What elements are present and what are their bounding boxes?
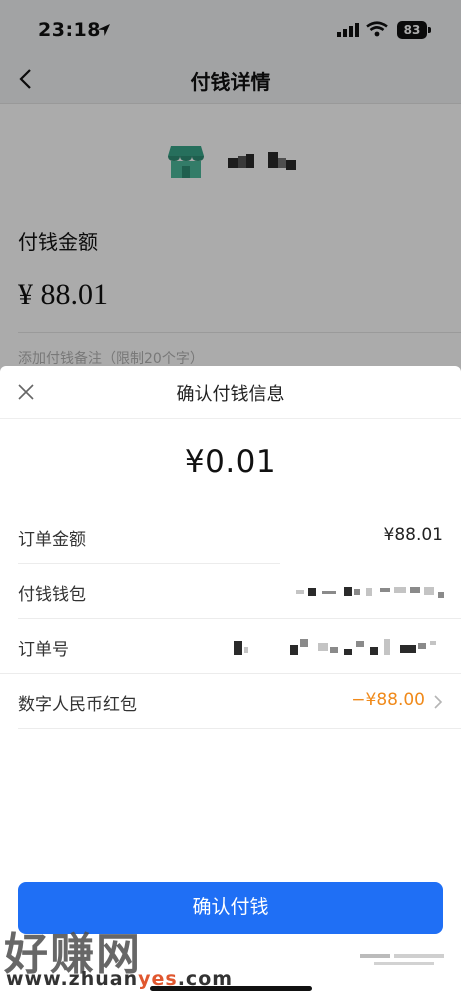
order-number-value-redacted [234, 637, 446, 657]
order-number-row: 订单号 [0, 619, 461, 674]
order-amount-row: 订单金额 ¥88.01 [0, 509, 461, 564]
order-amount-value: ¥88.01 [383, 525, 443, 545]
order-amount-label: 订单金额 [18, 530, 86, 550]
home-indicator [150, 986, 312, 991]
red-packet-value: −¥88.00 [351, 690, 425, 710]
wallet-value-redacted [296, 586, 446, 600]
sheet-title: 确认付钱信息 [176, 384, 285, 405]
wallet-row: 付钱钱包 [0, 564, 461, 619]
row-divider [18, 728, 461, 729]
wallet-label: 付钱钱包 [18, 585, 86, 605]
chevron-right-icon[interactable] [433, 694, 443, 710]
red-packet-label: 数字人民币红包 [18, 695, 137, 715]
red-packet-row[interactable]: 数字人民币红包 −¥88.00 [0, 674, 461, 729]
watermark: 好赚网 www.zhuanyes.com [4, 918, 232, 994]
confirm-payment-sheet: 确认付钱信息 ¥0.01 订单金额 ¥88.01 付钱钱包 订单号 数字人民币红… [0, 366, 461, 1000]
sheet-divider [0, 418, 461, 419]
watermark-stamp-logo [354, 948, 458, 972]
order-number-label: 订单号 [18, 640, 69, 660]
pay-amount: ¥0.01 [184, 444, 277, 480]
